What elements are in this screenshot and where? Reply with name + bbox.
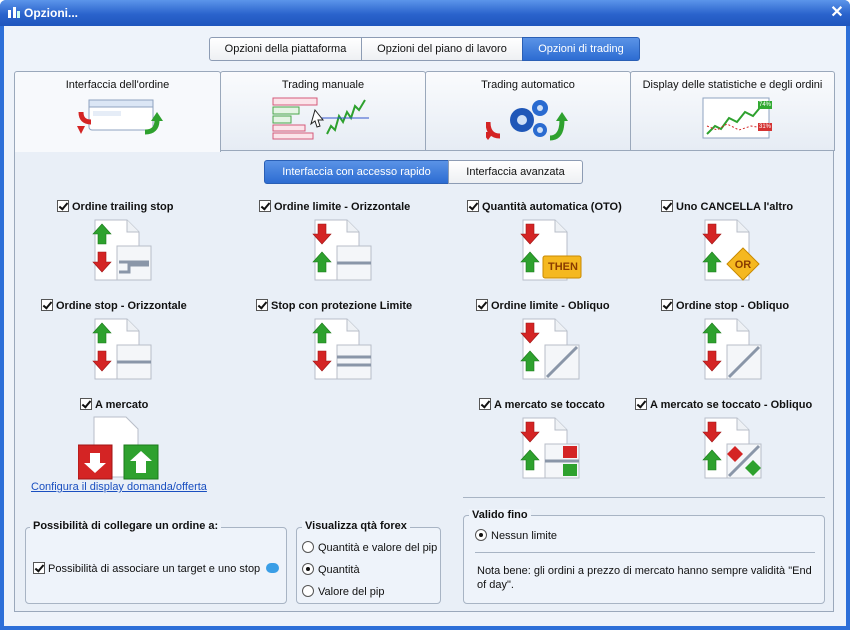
right-separator [463,497,825,498]
option-label: Quantità [318,564,360,576]
radio-button[interactable] [302,563,314,575]
option-limit-oblique[interactable]: Ordine limite - Obliquo [476,299,610,312]
market-order-note: Nota bene: gli ordini a prezzo di mercat… [477,565,812,591]
then-badge: THEN [548,261,578,273]
option-label: Quantità automatica (OTO) [482,201,622,213]
configure-bid-ask-link[interactable]: Configura il display domanda/offerta [31,481,207,493]
close-button[interactable]: ✕ [828,4,846,22]
target-stop-checkbox[interactable] [33,562,45,574]
option-mit[interactable]: A mercato se toccato [479,398,605,411]
tab-platform-options[interactable]: Opzioni della piattaforma [209,37,362,61]
app-icon [8,7,20,18]
option-stop-horizontal[interactable]: Ordine stop - Orizzontale [41,299,187,312]
option-label: Valore del pip [318,586,385,598]
window-title: Opzioni... [24,6,78,20]
option-limit-horizontal[interactable]: Ordine limite - Orizzontale [259,200,410,213]
manual-trading-icon [272,97,369,140]
tab-label: Interfaccia con accesso rapido [282,166,431,178]
mit-icon [520,417,580,479]
option-label: Ordine stop - Obliquo [676,300,790,312]
tab-label: Trading manuale [281,79,365,91]
option-oco[interactable]: Uno CANCELLA l'altro [661,200,793,213]
limit-horizontal-icon [312,219,372,281]
stop-oblique-checkbox[interactable] [661,299,673,311]
tab-advanced-interface[interactable]: Interfaccia avanzata [448,160,583,184]
title-bar: Opzioni... ✕ [0,0,850,26]
valid-group-separator [475,552,815,553]
tab-label: Opzioni di trading [538,43,624,55]
option-stop-oblique[interactable]: Ordine stop - Obliquo [661,299,789,312]
option-label: Ordine limite - Orizzontale [274,201,411,213]
radio-button[interactable] [302,585,314,597]
stop-oblique-icon [702,318,762,380]
or-badge: OR [734,259,752,271]
stats-badge-top: 74% [758,101,772,109]
mit-oblique-icon [702,417,762,479]
option-label: Ordine limite - Obliquo [491,300,610,312]
tab-manual-trading[interactable]: Trading manuale [220,71,426,151]
trailing-stop-icon [92,219,152,281]
tab-label: Opzioni del piano di lavoro [377,43,507,55]
forex-option-qty-pip[interactable]: Quantità e valore del pip [302,541,437,554]
tab-statistics-display[interactable]: Display delle statistiche e degli ordini… [630,71,835,151]
order-interface-icon [77,99,163,135]
forex-option-qty[interactable]: Quantità [302,563,360,576]
limit-oblique-icon [520,318,580,380]
option-label: Uno CANCELLA l'altro [676,201,794,213]
stats-badge-bottom: 31% [758,123,772,131]
option-label: Ordine trailing stop [72,201,174,213]
tab-order-interface[interactable]: Interfaccia dell'ordine [14,71,221,152]
tab-label: Trading automatico [481,79,575,91]
tab-label: Display delle statistiche e degli ordini [642,79,823,91]
radio-button[interactable] [475,529,487,541]
oco-icon [702,219,760,281]
stop-limit-checkbox[interactable] [256,299,268,311]
mit-oblique-checkbox[interactable] [635,398,647,410]
speech-bubble-icon [266,563,280,573]
limit-horizontal-checkbox[interactable] [259,200,271,212]
option-trailing-stop[interactable]: Ordine trailing stop [57,200,173,213]
option-market[interactable]: A mercato [80,398,148,411]
option-label: A mercato se toccato [494,399,605,411]
limit-oblique-checkbox[interactable] [476,299,488,311]
option-mit-oblique[interactable]: A mercato se toccato - Obliquo [635,398,812,411]
option-label: Stop con protezione Limite [271,300,413,312]
option-label: Possibilità di associare un target e uno… [48,563,261,575]
option-stop-limit[interactable]: Stop con protezione Limite [256,299,412,312]
option-label: Ordine stop - Orizzontale [56,300,187,312]
close-icon: ✕ [830,4,844,21]
radio-button[interactable] [302,541,314,553]
tab-label: Interfaccia avanzata [466,166,565,178]
option-label: Quantità e valore del pip [318,542,438,554]
valid-until-title: Valido fino [469,509,531,521]
auto-quantity-checkbox[interactable] [467,200,479,212]
tab-workspace-options[interactable]: Opzioni del piano di lavoro [361,37,523,61]
stop-horizontal-checkbox[interactable] [41,299,53,311]
option-label: A mercato se toccato - Obliquo [650,399,813,411]
no-limit-option[interactable]: Nessun limite [475,529,557,542]
tab-quick-access-interface[interactable]: Interfaccia con accesso rapido [264,160,449,184]
forex-group-title: Visualizza qtà forex [302,520,410,532]
forex-option-pip[interactable]: Valore del pip [302,585,384,598]
tab-label: Opzioni della piattaforma [224,43,347,55]
gears-icon [486,100,568,141]
market-checkbox[interactable] [80,398,92,410]
trailing-stop-checkbox[interactable] [57,200,69,212]
option-label: A mercato [95,399,149,411]
mit-checkbox[interactable] [479,398,491,410]
market-icon [78,416,159,480]
link-order-group-title: Possibilità di collegare un ordine a: [30,520,222,532]
option-auto-quantity[interactable]: Quantità automatica (OTO) [467,200,622,213]
stop-horizontal-icon [92,318,152,380]
tab-label: Interfaccia dell'ordine [65,79,170,91]
stop-limit-icon [312,318,372,380]
target-stop-option[interactable]: Possibilità di associare un target e uno… [33,562,280,575]
option-label: Nessun limite [491,530,558,542]
oco-checkbox[interactable] [661,200,673,212]
tab-automatic-trading[interactable]: Trading automatico [425,71,631,151]
tab-trading-options[interactable]: Opzioni di trading [522,37,640,61]
